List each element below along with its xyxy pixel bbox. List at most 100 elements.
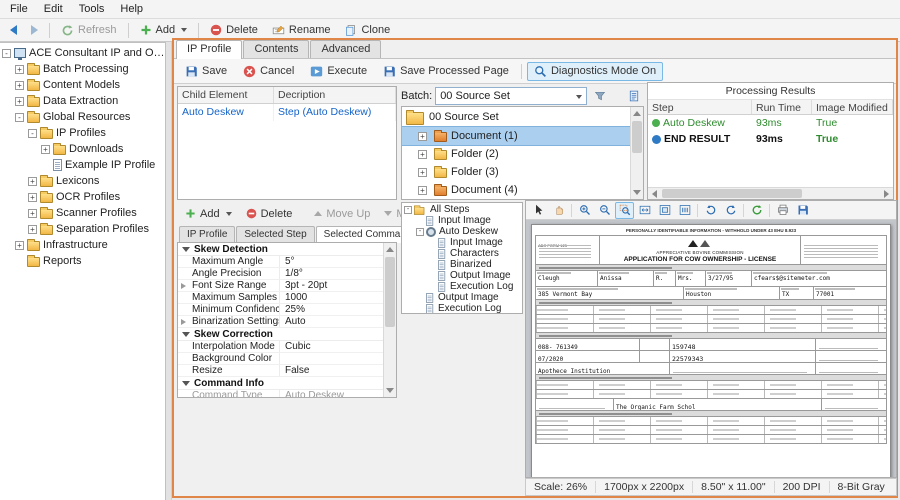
steps-item-all-steps[interactable]: -All Steps — [402, 204, 522, 215]
section-skew-correction[interactable]: Skew Correction — [178, 328, 383, 341]
viewer-refresh-button[interactable] — [747, 202, 766, 219]
back-button[interactable] — [4, 21, 23, 40]
results-horizontal-scrollbar[interactable] — [648, 187, 893, 199]
tab-advanced[interactable]: Advanced — [310, 40, 381, 58]
steps-item-binarized[interactable]: Binarized — [402, 259, 522, 270]
property-row[interactable]: Command TypeAuto Deskew — [178, 390, 383, 397]
property-row[interactable]: Interpolation ModeCubic — [178, 341, 383, 353]
batch-open-document-button[interactable] — [624, 87, 644, 105]
rename-button[interactable]: Rename — [266, 21, 337, 40]
tab-selected-step[interactable]: Selected Step — [236, 226, 314, 242]
tree-item-separation-profiles[interactable]: +Separation Profiles — [0, 221, 165, 237]
viewer-canvas[interactable]: PERSONALLY IDENTIFIABLE INFORMATION - WI… — [526, 220, 896, 477]
tree-item-batch-processing[interactable]: +Batch Processing — [0, 61, 165, 77]
property-row[interactable]: Minimum Confidence25% — [178, 304, 383, 316]
scroll-up-icon[interactable] — [631, 107, 643, 120]
menu-tools[interactable]: Tools — [71, 0, 113, 18]
scroll-thumb[interactable] — [662, 189, 802, 198]
save-processed-page-button[interactable]: Save Processed Page — [376, 62, 516, 81]
delete-button[interactable]: Delete — [204, 21, 264, 40]
column-description[interactable]: Decription — [274, 87, 396, 103]
cancel-button[interactable]: Cancel — [236, 62, 301, 81]
rotate-right-button[interactable] — [721, 202, 740, 219]
batch-item-document-1[interactable]: +Document (1) — [402, 127, 630, 145]
tree-item-example-ip-profile[interactable]: Example IP Profile — [0, 157, 165, 173]
steps-item-output-image[interactable]: Output Image — [402, 270, 522, 281]
scroll-left-icon[interactable] — [648, 188, 661, 199]
zoom-fit-width-button[interactable] — [635, 202, 654, 219]
move-up-button[interactable]: Move Up — [308, 204, 376, 223]
step-delete-button[interactable]: Delete — [240, 204, 299, 223]
property-row[interactable]: Angle Precision1/8° — [178, 268, 383, 280]
refresh-button[interactable]: Refresh — [55, 21, 123, 40]
scroll-right-icon[interactable] — [880, 188, 893, 199]
property-row[interactable]: Maximum Angle5° — [178, 256, 383, 268]
diagnostics-mode-toggle[interactable]: Diagnostics Mode On — [527, 62, 663, 81]
zoom-fit-page-button[interactable] — [655, 202, 674, 219]
column-child-element[interactable]: Child Element — [178, 87, 274, 103]
property-row[interactable]: ResizeFalse — [178, 365, 383, 377]
tree-item-infrastructure[interactable]: +Infrastructure — [0, 237, 165, 253]
scroll-up-icon[interactable] — [384, 243, 396, 256]
zoom-in-button[interactable] — [575, 202, 594, 219]
tree-item-downloads[interactable]: +Downloads — [0, 141, 165, 157]
tree-item-reports[interactable]: Reports — [0, 253, 165, 269]
result-row-auto-deskew[interactable]: Auto Deskew 93ms True — [648, 115, 893, 131]
zoom-selection-button[interactable] — [615, 202, 634, 219]
steps-item-execution-log-2[interactable]: Execution Log — [402, 303, 522, 314]
batch-item-folder-3[interactable]: +Folder (3) — [402, 163, 630, 181]
add-button[interactable]: Add — [134, 21, 194, 40]
step-add-button[interactable]: Add — [179, 204, 238, 223]
column-step[interactable]: Step — [648, 100, 752, 114]
property-grid-scrollbar[interactable] — [383, 243, 396, 397]
tree-item-root[interactable]: -ACE Consultant IP and OCR — [0, 45, 165, 61]
batch-combobox[interactable]: 00 Source Set — [435, 87, 587, 105]
menu-edit[interactable]: Edit — [36, 0, 71, 18]
zoom-actual-button[interactable] — [675, 202, 694, 219]
property-row[interactable]: Binarization SettingsAuto — [178, 316, 383, 328]
steps-item-output-image-2[interactable]: Output Image — [402, 292, 522, 303]
save-button[interactable]: Save — [178, 62, 234, 81]
scroll-thumb[interactable] — [632, 121, 642, 153]
batch-tree-scrollbar[interactable] — [630, 107, 643, 199]
tree-item-scanner-profiles[interactable]: +Scanner Profiles — [0, 205, 165, 221]
tab-ip-profile[interactable]: IP Profile — [176, 40, 242, 59]
pan-button[interactable] — [549, 202, 568, 219]
clone-button[interactable]: Clone — [338, 21, 396, 40]
rotate-left-button[interactable] — [701, 202, 720, 219]
tab-ip-profile-props[interactable]: IP Profile — [179, 226, 235, 242]
tree-item-ocr-profiles[interactable]: +OCR Profiles — [0, 189, 165, 205]
property-row[interactable]: Maximum Samples1000 — [178, 292, 383, 304]
property-row[interactable]: Background Color — [178, 353, 383, 365]
viewer-save-button[interactable] — [793, 202, 812, 219]
steps-item-auto-deskew[interactable]: -Auto Deskew — [402, 226, 522, 237]
steps-item-execution-log[interactable]: Execution Log — [402, 281, 522, 292]
steps-item-characters[interactable]: Characters — [402, 248, 522, 259]
scroll-down-icon[interactable] — [384, 384, 396, 397]
child-element-row[interactable]: Auto Deskew Step (Auto Deskew) — [178, 104, 396, 121]
forward-button[interactable] — [25, 21, 44, 40]
column-image-modified[interactable]: Image Modified — [812, 100, 893, 114]
expand-icon[interactable] — [181, 319, 186, 325]
scroll-down-icon[interactable] — [631, 186, 643, 199]
batch-item-folder-2[interactable]: +Folder (2) — [402, 145, 630, 163]
batch-filter-button[interactable] — [590, 87, 610, 105]
scroll-thumb[interactable] — [385, 257, 395, 327]
batch-root-item[interactable]: 00 Source Set — [402, 107, 630, 127]
section-skew-detection[interactable]: Skew Detection — [178, 243, 383, 256]
result-row-end-result[interactable]: END RESULT 93ms True — [648, 131, 893, 147]
pointer-button[interactable] — [529, 202, 548, 219]
steps-item-input-image-2[interactable]: Input Image — [402, 237, 522, 248]
tree-item-global-resources[interactable]: -Global Resources — [0, 109, 165, 125]
steps-item-input-image[interactable]: Input Image — [402, 215, 522, 226]
tree-item-data-extraction[interactable]: +Data Extraction — [0, 93, 165, 109]
tab-contents[interactable]: Contents — [243, 40, 309, 58]
property-row[interactable]: Font Size Range3pt - 20pt — [178, 280, 383, 292]
tree-item-content-models[interactable]: +Content Models — [0, 77, 165, 93]
tree-item-ip-profiles[interactable]: -IP Profiles — [0, 125, 165, 141]
print-button[interactable] — [773, 202, 792, 219]
tree-item-lexicons[interactable]: +Lexicons — [0, 173, 165, 189]
menu-help[interactable]: Help — [112, 0, 151, 18]
expand-icon[interactable] — [181, 283, 186, 289]
section-command-info[interactable]: Command Info — [178, 377, 383, 390]
